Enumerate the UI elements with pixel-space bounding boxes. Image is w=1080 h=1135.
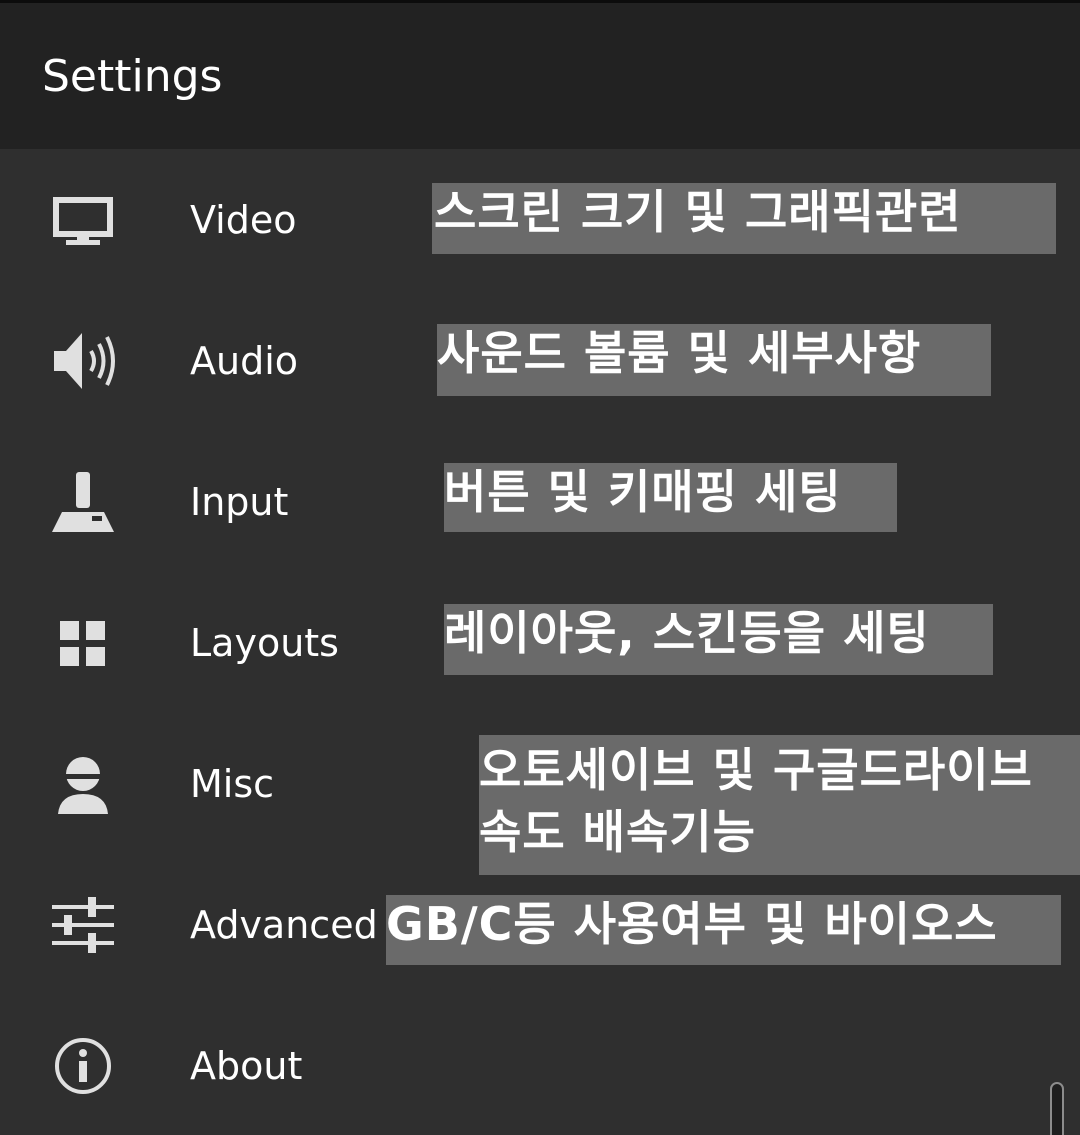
speaker-icon xyxy=(48,329,118,393)
annotation-text: 레이아웃, 스킨등을 세팅 xyxy=(444,606,930,660)
annotation-misc: 오토세이브 및 구글드라이브 속도 배속기능 xyxy=(479,735,1080,875)
annotation-text: 속도 배속기능 xyxy=(479,805,756,859)
menu-item-label: Misc xyxy=(190,762,275,806)
annotation-text: 버튼 및 키매핑 세팅 xyxy=(444,465,842,519)
menu-item-about[interactable]: About xyxy=(0,995,1080,1135)
person-icon xyxy=(48,752,118,816)
sliders-icon xyxy=(48,893,118,957)
annotation-text: 스크린 크기 및 그래픽관련 xyxy=(434,185,962,239)
annotation-video: 스크린 크기 및 그래픽관련 xyxy=(432,183,1056,254)
menu-item-label: Layouts xyxy=(190,621,339,665)
scrollbar[interactable] xyxy=(1050,1082,1064,1135)
annotation-text: 사운드 볼륨 및 세부사항 xyxy=(437,326,922,380)
annotation-text: GB/C등 사용여부 및 바이오스 xyxy=(386,897,998,951)
settings-screen: Settings Video Audio Input Layouts Misc … xyxy=(0,0,1080,1135)
menu-item-label: Video xyxy=(190,198,297,242)
menu-item-label: Input xyxy=(190,480,289,524)
info-icon xyxy=(48,1034,118,1098)
annotation-layouts: 레이아웃, 스킨등을 세팅 xyxy=(444,604,993,675)
menu-item-label: Audio xyxy=(190,339,299,383)
menu-item-label: About xyxy=(190,1044,303,1088)
annotation-audio: 사운드 볼륨 및 세부사항 xyxy=(437,324,991,396)
page-title: Settings xyxy=(42,51,223,102)
annotation-text: 오토세이브 및 구글드라이브 xyxy=(479,743,1033,797)
grid-icon xyxy=(48,611,118,675)
annotation-input: 버튼 및 키매핑 세팅 xyxy=(444,463,897,532)
joystick-icon xyxy=(48,470,118,534)
app-bar: Settings xyxy=(0,3,1080,149)
annotation-advanced: GB/C등 사용여부 및 바이오스 xyxy=(386,895,1061,965)
menu-item-label: Advanced xyxy=(190,903,378,947)
monitor-icon xyxy=(48,188,118,252)
